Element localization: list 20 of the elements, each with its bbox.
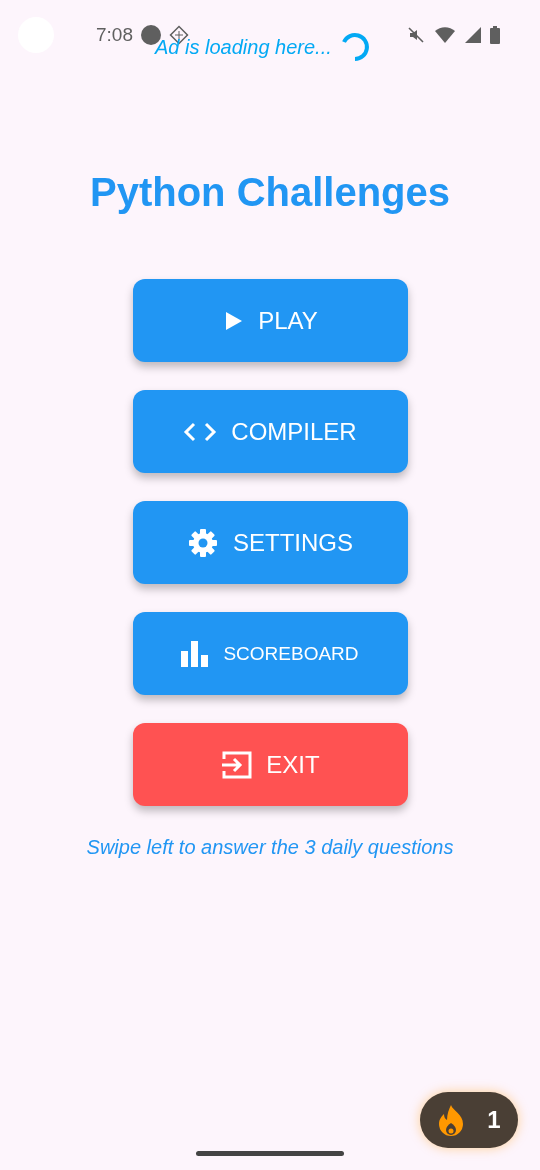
signal-icon	[464, 26, 482, 44]
menu-button[interactable]: SETTINGS	[132, 501, 408, 584]
menu-button[interactable]: PLAY	[132, 279, 408, 362]
menu-button[interactable]: COMPILER	[132, 390, 408, 473]
flame-icon	[437, 1104, 466, 1136]
battery-icon	[490, 26, 500, 44]
mute-icon	[406, 25, 426, 45]
menu-button[interactable]: EXIT	[132, 723, 408, 806]
wifi-icon	[434, 26, 456, 44]
status-time: 7:08	[96, 24, 133, 46]
settings-icon	[187, 526, 219, 559]
menu-button[interactable]: SCOREBOARD	[132, 612, 408, 695]
code-icon	[183, 420, 218, 443]
streak-badge[interactable]: 1	[420, 1092, 518, 1148]
app-title: Python Challenges	[89, 170, 451, 215]
home-indicator[interactable]	[196, 1151, 344, 1156]
bar-chart-icon	[181, 640, 210, 667]
daily-questions-hint: Swipe left to answer the 3 daily questions	[86, 836, 454, 859]
ad-loading-text: Ad is loading here...	[155, 35, 332, 59]
exit-icon	[220, 749, 253, 780]
